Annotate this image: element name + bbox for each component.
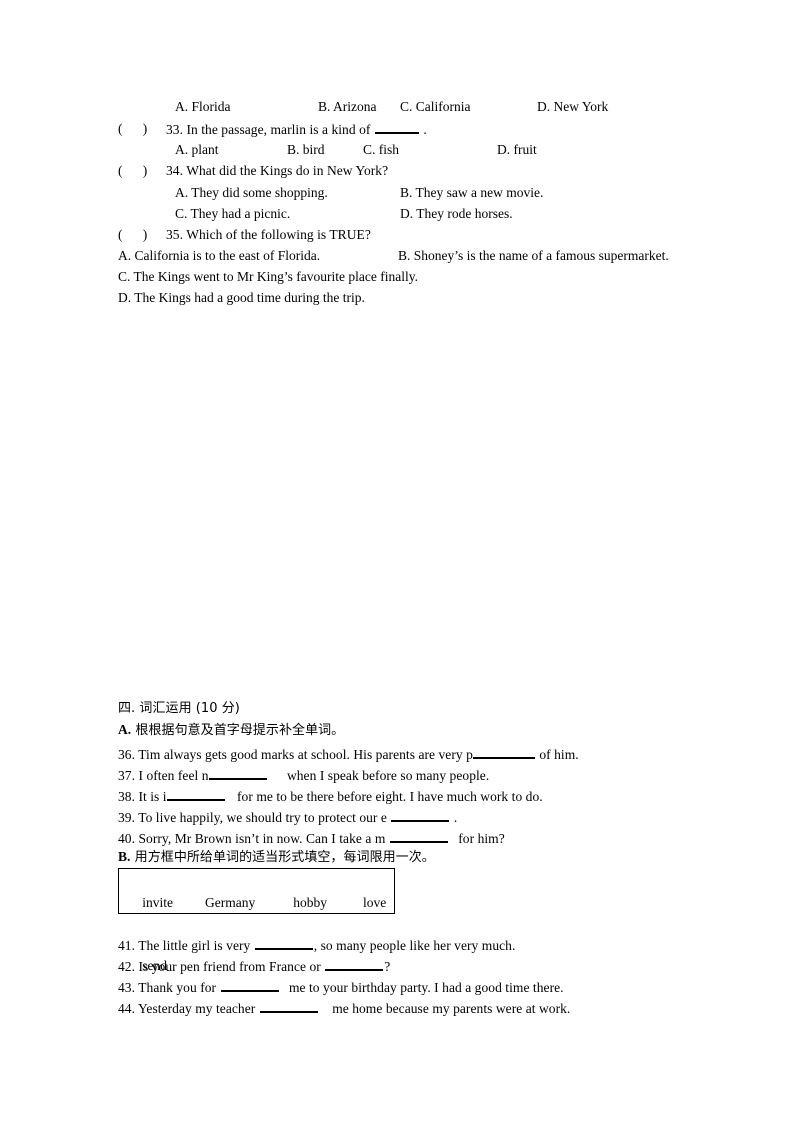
vocab-section-heading: 四. 词汇运用 (10 分) <box>118 701 240 716</box>
part-b-label: B. <box>118 849 131 864</box>
item-43-number: 43. <box>118 980 136 995</box>
word-bank-hobby[interactable]: hobby <box>293 895 327 910</box>
vocab-item-41: 41. The little girl is very , so many pe… <box>118 937 515 954</box>
option-d-new-york[interactable]: D. New York <box>537 99 608 115</box>
item-37-blank[interactable] <box>208 767 267 780</box>
option-b-shoneys-supermarket[interactable]: B. Shoney’s is the name of a famous supe… <box>398 248 669 264</box>
option-c-fish[interactable]: C. fish <box>363 142 399 158</box>
vocab-item-39: 39. To live happily, we should try to pr… <box>118 809 457 826</box>
part-a-label: A. <box>118 722 132 737</box>
vocab-item-40: 40. Sorry, Mr Brown isn’t in now. Can I … <box>118 830 505 847</box>
item-39-blank[interactable] <box>391 809 450 822</box>
item-41-number: 41. <box>118 938 136 953</box>
question-33-tail: . <box>423 122 427 137</box>
word-bank-love[interactable]: love <box>363 895 386 910</box>
item-38-blank[interactable] <box>166 788 225 801</box>
question-34-stem: 34. What did the Kings do in New York? <box>166 163 388 179</box>
item-43-blank[interactable] <box>220 979 279 992</box>
item-41-blank[interactable] <box>254 937 313 950</box>
vocab-item-37: 37. I often feel n when I speak before s… <box>118 767 489 784</box>
option-c-california[interactable]: C. California <box>400 99 471 115</box>
item-44-before: Yesterday my teacher <box>137 1001 256 1016</box>
option-b-arizona[interactable]: B. Arizona <box>318 99 377 115</box>
item-40-number: 40. <box>118 831 136 846</box>
item-44-after: me home because my parents were at work. <box>332 1001 571 1016</box>
vocab-part-a-instruction: A. 根根据句意及首字母提示补全单词。 <box>118 722 344 739</box>
option-b-saw-movie[interactable]: B. They saw a new movie. <box>400 185 543 201</box>
question-33-stem: 33. In the passage, marlin is a kind of … <box>166 121 427 138</box>
option-a-florida[interactable]: A. Florida <box>175 99 231 115</box>
question-35-number: 35. <box>166 227 184 242</box>
item-37-before: I often feel n <box>138 768 209 783</box>
vocab-item-43: 43. Thank you for me to your birthday pa… <box>118 979 564 996</box>
item-41-after: , so many people like her very much. <box>313 938 516 953</box>
item-41-before: The little girl is very <box>138 938 251 953</box>
question-34-number: 34. <box>166 163 184 178</box>
item-37-number: 37. <box>118 768 136 783</box>
item-38-number: 38. <box>118 789 136 804</box>
option-d-rode-horses[interactable]: D. They rode horses. <box>400 206 513 222</box>
item-39-number: 39. <box>118 810 136 825</box>
item-36-before: Tim always gets good marks at school. Hi… <box>138 747 473 762</box>
word-bank-invite[interactable]: invite <box>142 892 173 913</box>
option-a-did-shopping[interactable]: A. They did some shopping. <box>175 185 328 201</box>
part-b-instruction-text: 用方框中所给单词的适当形式填空，每词限用一次。 <box>134 850 435 865</box>
question-33-text: In the passage, marlin is a kind of <box>186 122 371 137</box>
question-35-text: Which of the following is TRUE? <box>186 227 371 242</box>
exam-page: A. Florida B. Arizona C. California D. N… <box>0 0 794 1123</box>
item-39-after: . <box>453 810 458 825</box>
question-33-number: 33. <box>166 122 184 137</box>
item-38-after: for me to be there before eight. I have … <box>237 789 543 804</box>
item-42-after: ? <box>384 959 391 974</box>
item-36-after: of him. <box>539 747 579 762</box>
word-bank-germany[interactable]: Germany <box>205 895 255 910</box>
question-33-answer-paren[interactable]: ( ) <box>118 121 147 137</box>
item-40-after: for him? <box>458 831 505 846</box>
question-35-stem: 35. Which of the following is TRUE? <box>166 227 371 243</box>
question-35-answer-paren[interactable]: ( ) <box>118 227 147 243</box>
item-42-before: Is your pen friend from France or <box>138 959 321 974</box>
vocab-part-b-instruction: B. 用方框中所给单词的适当形式填空，每词限用一次。 <box>118 849 435 866</box>
item-38-before: It is i <box>138 789 167 804</box>
item-36-number: 36. <box>118 747 136 762</box>
item-44-number: 44. <box>118 1001 136 1016</box>
item-42-blank[interactable] <box>325 958 384 971</box>
option-c-had-picnic[interactable]: C. They had a picnic. <box>175 206 290 222</box>
word-bank-box: invite Germany hobby love send <box>118 868 395 973</box>
item-37-after: when I speak before so many people. <box>286 768 490 783</box>
item-43-before: Thank you for <box>138 980 217 995</box>
vocab-item-44: 44. Yesterday my teacher me home because… <box>118 1000 570 1017</box>
word-bank-row-1: invite Germany hobby love <box>122 871 394 934</box>
item-36-blank[interactable] <box>472 746 535 759</box>
question-34-text: What did the Kings do in New York? <box>186 163 389 178</box>
option-c-favourite-place[interactable]: C. The Kings went to Mr King’s favourite… <box>118 269 418 285</box>
part-a-instruction-text: 根根据句意及首字母提示补全单词。 <box>135 723 345 738</box>
item-44-blank[interactable] <box>259 1000 318 1013</box>
vocab-item-42: 42. Is your pen friend from France or ? <box>118 958 390 975</box>
option-a-plant[interactable]: A. plant <box>175 142 219 158</box>
question-33-blank[interactable] <box>374 121 419 134</box>
vocab-item-36: 36. Tim always gets good marks at school… <box>118 746 579 763</box>
vocab-item-38: 38. It is i for me to be there before ei… <box>118 788 543 805</box>
option-a-california-east[interactable]: A. California is to the east of Florida. <box>118 248 320 264</box>
item-40-blank[interactable] <box>389 830 448 843</box>
option-d-fruit[interactable]: D. fruit <box>497 142 537 158</box>
item-43-after: me to your birthday party. I had a good … <box>288 980 564 995</box>
item-39-before: To live happily, we should try to protec… <box>138 810 387 825</box>
item-42-number: 42. <box>118 959 136 974</box>
option-d-good-time[interactable]: D. The Kings had a good time during the … <box>118 290 365 306</box>
item-40-before: Sorry, Mr Brown isn’t in now. Can I take… <box>138 831 386 846</box>
option-b-bird[interactable]: B. bird <box>287 142 325 158</box>
question-34-answer-paren[interactable]: ( ) <box>118 163 147 179</box>
